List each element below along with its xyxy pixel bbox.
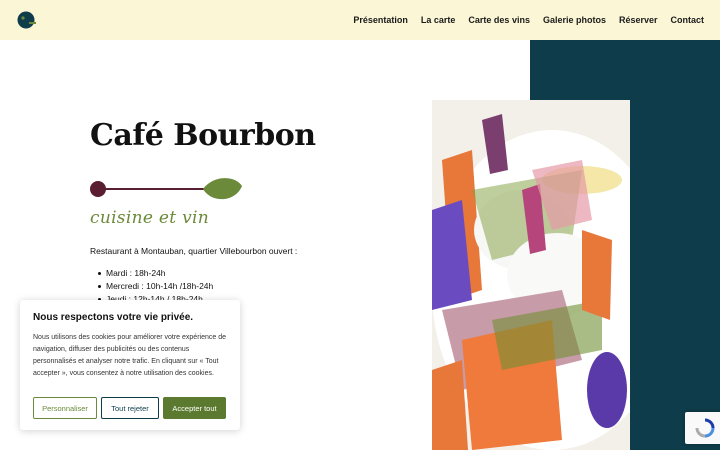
site-header: Présentation La carte Carte des vins Gal… (0, 0, 720, 40)
recaptcha-badge[interactable] (685, 412, 720, 444)
nav-presentation[interactable]: Présentation (353, 15, 408, 25)
reject-all-button[interactable]: Tout rejeter (101, 397, 159, 419)
page-title: Café Bourbon (90, 118, 316, 153)
accept-all-button[interactable]: Accepter tout (163, 397, 226, 419)
spoon-leaf-icon (90, 178, 242, 200)
nav-la-carte[interactable]: La carte (421, 15, 456, 25)
hours-item: Mardi : 18h-24h (97, 267, 213, 280)
recaptcha-icon (695, 418, 715, 438)
intro-text: Restaurant à Montauban, quartier Villebo… (90, 246, 298, 256)
nav-reserver[interactable]: Réserver (619, 15, 658, 25)
nav-contact[interactable]: Contact (671, 15, 705, 25)
nav-carte-des-vins[interactable]: Carte des vins (468, 15, 530, 25)
cookie-title: Nous respectons votre vie privée. (33, 312, 194, 323)
hours-item: Mercredi : 10h-14h /18h-24h (97, 281, 214, 291)
tagline: cuisine et vin (90, 208, 209, 228)
cookie-text: Nous utilisons des cookies pour améliore… (33, 334, 226, 377)
nav-galerie-photos[interactable]: Galerie photos (543, 15, 606, 25)
customize-button[interactable]: Personnaliser (33, 397, 97, 419)
cookie-consent-banner: Nous respectons votre vie privée. Nous u… (20, 300, 240, 430)
logo-icon[interactable] (17, 11, 37, 29)
main-nav: Présentation La carte Carte des vins Gal… (353, 0, 704, 40)
dish-photo (432, 100, 630, 450)
cookie-buttons: Personnaliser Tout rejeter Accepter tout (33, 397, 226, 419)
